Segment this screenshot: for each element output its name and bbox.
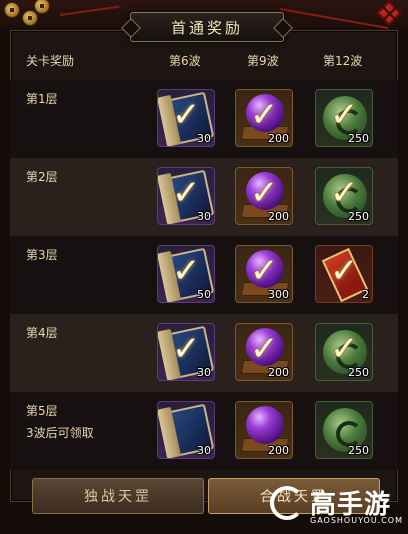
reward-quantity: 30 [197, 444, 211, 457]
claimed-check-icon: ✓ [172, 95, 201, 135]
header-wave-6: 第6波 [169, 54, 201, 68]
reward-quantity: 250 [348, 366, 369, 379]
reward-quantity: 300 [268, 288, 289, 301]
claimed-check-icon: ✓ [330, 329, 359, 369]
reward-slot[interactable]: 200 [235, 401, 293, 459]
brand-logo-icon [270, 486, 304, 520]
claimed-check-icon: ✓ [250, 95, 279, 135]
watermark: 高手游 GAOSHOUYOU.COM [270, 482, 402, 528]
floor-label: 第2层 [26, 170, 58, 184]
reward-slot[interactable]: ✓ 200 [235, 89, 293, 147]
reward-quantity: 30 [197, 366, 211, 379]
purple-orb-icon [246, 406, 284, 444]
watermark-url: GAOSHOUYOU.COM [310, 516, 404, 525]
floor-label: 第4层 [26, 326, 58, 340]
claimed-check-icon: ✓ [250, 329, 279, 369]
floor-note: 3波后可领取 [26, 426, 94, 440]
reward-slot[interactable]: ✓ 30 [157, 89, 215, 147]
floor-row: 第5层 3波后可领取 30 200 250 [10, 392, 398, 470]
reward-slot[interactable]: ✓ 50 [157, 245, 215, 303]
claimed-check-icon: ✓ [330, 173, 359, 213]
reward-quantity: 2 [362, 288, 369, 301]
claimed-check-icon: ✓ [250, 173, 279, 213]
floor-label: 第1层 [26, 92, 58, 106]
claimed-check-icon: ✓ [330, 251, 359, 291]
reward-slot[interactable]: ✓ 200 [235, 167, 293, 225]
solo-battle-button[interactable]: 独战天罡 [32, 478, 204, 514]
reward-slot[interactable]: 30 [157, 401, 215, 459]
claimed-check-icon: ✓ [172, 173, 201, 213]
reward-quantity: 50 [197, 288, 211, 301]
floor-row: 第3层 ✓ 50 ✓ 300 ✓ 2 [10, 236, 398, 314]
reward-quantity: 200 [268, 210, 289, 223]
header-wave-12: 第12波 [323, 54, 363, 68]
reward-quantity: 30 [197, 132, 211, 145]
reward-slot[interactable]: ✓ 300 [235, 245, 293, 303]
reward-quantity: 250 [348, 444, 369, 457]
claimed-check-icon: ✓ [172, 251, 201, 291]
header-label: 关卡奖励 [26, 54, 75, 68]
header-wave-9: 第9波 [247, 54, 279, 68]
reward-slot[interactable]: ✓ 250 [315, 323, 373, 381]
claimed-check-icon: ✓ [250, 251, 279, 291]
reward-slot[interactable]: 250 [315, 401, 373, 459]
reward-quantity: 200 [268, 366, 289, 379]
floor-label: 第5层 [26, 404, 58, 418]
reward-quantity: 200 [268, 132, 289, 145]
claimed-check-icon: ✓ [330, 95, 359, 135]
claimed-check-icon: ✓ [172, 329, 201, 369]
reward-slot[interactable]: ✓ 200 [235, 323, 293, 381]
reward-slot[interactable]: ✓ 2 [315, 245, 373, 303]
reward-slot[interactable]: ✓ 250 [315, 167, 373, 225]
floor-row: 第4层 ✓ 30 ✓ 200 ✓ 250 [10, 314, 398, 392]
floor-label: 第3层 [26, 248, 58, 262]
coin-icon [22, 10, 38, 26]
reward-slot[interactable]: ✓ 250 [315, 89, 373, 147]
reward-quantity: 250 [348, 210, 369, 223]
reward-quantity: 250 [348, 132, 369, 145]
reward-quantity: 30 [197, 210, 211, 223]
reward-slot[interactable]: ✓ 30 [157, 323, 215, 381]
column-header: 关卡奖励 第6波 第9波 第12波 [10, 30, 398, 70]
reward-quantity: 200 [268, 444, 289, 457]
floor-row: 第1层 ✓ 30 ✓ 200 ✓ 250 [10, 80, 398, 158]
reward-slot[interactable]: ✓ 30 [157, 167, 215, 225]
coin-icon [4, 2, 20, 18]
floor-row: 第2层 ✓ 30 ✓ 200 ✓ 250 [10, 158, 398, 236]
